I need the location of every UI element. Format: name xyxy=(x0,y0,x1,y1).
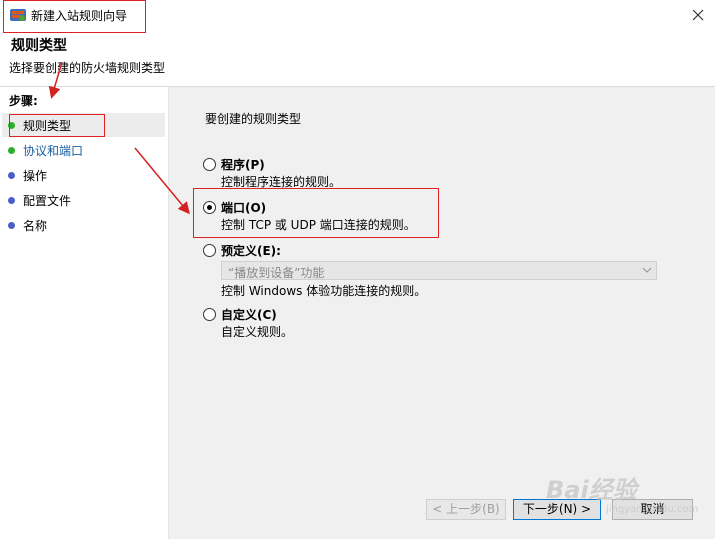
sidebar-item-name[interactable]: 名称 xyxy=(2,213,165,237)
radio-custom[interactable] xyxy=(203,308,216,321)
sidebar-item-label: 操作 xyxy=(23,169,48,183)
page-subtitle: 选择要创建的防火墙规则类型 xyxy=(9,61,166,75)
predefined-select-value: “播放到设备”功能 xyxy=(228,266,325,280)
window-title: 新建入站规则向导 xyxy=(31,9,128,23)
option-port-label[interactable]: 端口(O) xyxy=(221,199,266,216)
back-button[interactable]: < 上一步(B) xyxy=(426,499,506,520)
firewall-wizard-icon xyxy=(9,6,27,24)
sidebar-item-label: 协议和端口 xyxy=(23,144,84,158)
radio-port[interactable] xyxy=(203,201,216,214)
option-custom-label[interactable]: 自定义(C) xyxy=(221,306,277,323)
option-program-desc: 控制程序连接的规则。 xyxy=(221,175,342,189)
watermark-url: jingyan.baidu.com xyxy=(606,504,699,515)
steps-sidebar: 步骤: 规则类型 协议和端口 操作 配置文件 名称 xyxy=(0,87,169,539)
option-predefined-desc: 控制 Windows 体验功能连接的规则。 xyxy=(221,284,427,298)
step-status-icon xyxy=(8,172,15,179)
option-port-desc: 控制 TCP 或 UDP 端口连接的规则。 xyxy=(221,218,416,232)
sidebar-item-label: 名称 xyxy=(23,219,48,233)
option-program-label[interactable]: 程序(P) xyxy=(221,156,265,173)
sidebar-item-rule-type[interactable]: 规则类型 xyxy=(2,113,165,137)
step-status-icon xyxy=(8,197,15,204)
chevron-down-icon xyxy=(642,267,652,273)
watermark: Bai经验 xyxy=(546,476,637,504)
close-icon xyxy=(692,9,704,21)
radio-predefined[interactable] xyxy=(203,244,216,257)
sidebar-item-label: 规则类型 xyxy=(23,119,72,133)
step-status-icon xyxy=(8,147,15,154)
option-predefined-label[interactable]: 预定义(E): xyxy=(221,242,281,259)
page-title: 规则类型 xyxy=(11,38,67,54)
sidebar-item-label: 配置文件 xyxy=(23,194,72,208)
radio-program[interactable] xyxy=(203,158,216,171)
title-bar: 新建入站规则向导 xyxy=(0,0,715,32)
option-custom-desc: 自定义规则。 xyxy=(221,325,294,339)
rule-type-question: 要创建的规则类型 xyxy=(205,112,302,126)
steps-label: 步骤: xyxy=(9,94,38,108)
predefined-select[interactable]: “播放到设备”功能 xyxy=(221,261,657,280)
sidebar-item-protocol-ports[interactable]: 协议和端口 xyxy=(2,138,165,162)
close-button[interactable] xyxy=(681,0,715,30)
sidebar-item-profile[interactable]: 配置文件 xyxy=(2,188,165,212)
sidebar-item-action[interactable]: 操作 xyxy=(2,163,165,187)
step-status-icon xyxy=(8,222,15,229)
step-status-icon xyxy=(8,122,15,129)
